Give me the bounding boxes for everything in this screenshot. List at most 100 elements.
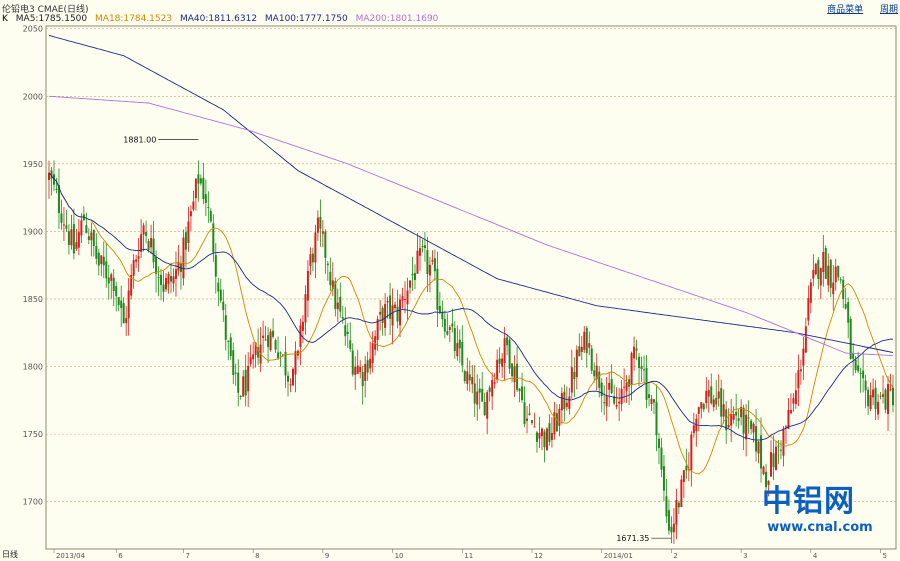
candle-body [102,256,105,266]
candle-body [309,254,312,266]
candle-body [110,274,113,281]
candle-body [772,453,775,468]
candle-body [535,432,538,442]
candle-body [707,390,710,397]
candle-body [391,305,394,326]
candle-body [409,280,412,288]
candle-body [533,426,536,428]
candle-body [832,282,835,295]
candle-body [77,232,80,248]
candle-body [394,304,397,309]
ma-legend: K MA5:1785.1500 MA18:1784.1523 MA40:1811… [2,14,443,24]
candle-body [555,413,558,432]
candle-body [287,375,290,382]
candle-body [426,250,429,275]
candle-body [461,341,464,366]
candle-body [869,395,872,410]
candle-body [244,369,247,396]
candle-body [379,311,382,315]
low-annotation: 1671.35 [616,534,649,543]
candle-body [147,241,150,251]
period-link[interactable]: 周期 [880,5,898,15]
candle-body [700,402,703,409]
candle-body [794,390,797,405]
candle-body [652,399,655,403]
commodity-menu-link[interactable]: 商品菜单 [827,5,863,15]
ma200-line [48,95,894,357]
candle-body [284,351,287,376]
candle-body [879,395,882,397]
candle-body [809,282,812,303]
candle-body [593,370,596,377]
candle-body [150,238,153,248]
candle-body [545,428,548,451]
candle-body [498,358,501,364]
candle-body [441,311,444,320]
candle-body [55,188,58,190]
candle-body [655,401,658,436]
candle-body [685,465,688,471]
candle-body [787,409,790,429]
candle-body [443,318,446,332]
legend-ma18: MA18:1784.1523 [95,14,173,24]
candle-body [117,297,120,306]
candle-body [563,391,566,410]
candle-body [202,177,205,200]
y-tick-label: 1950 [23,160,43,169]
candle-body [732,413,735,420]
y-tick-label: 1900 [23,227,43,236]
candle-body [85,225,88,234]
candle-body [600,382,603,397]
candle-body [560,392,563,411]
candle-body [605,395,608,407]
candle-body [269,331,272,351]
candle-body [267,335,270,347]
candle-body [97,252,100,266]
candle-body [690,434,693,471]
candle-body [428,264,431,276]
candle-body [518,388,521,392]
candle-body [857,365,860,372]
candle-body [349,340,352,349]
candle-body [847,302,850,323]
candle-body [189,211,192,217]
candle-body [396,306,399,322]
candle-body [70,229,73,246]
chart-window: 2050 2000 1950 1900 1850 1800 1750 1700 2013/04 6… [0,0,900,561]
candle-body [610,379,613,394]
candle-body [727,425,730,428]
candle-body [523,402,526,424]
y-tick-label: 1750 [23,430,43,439]
candle-body [682,470,685,482]
x-tick-label: 12 [534,552,543,560]
candle-body [291,368,294,386]
candle-body [782,428,785,456]
high-annotation: 1881.00 [123,136,156,145]
candle-body [608,382,611,390]
candle-body [431,260,434,262]
candle-body [187,221,190,243]
candle-body [573,371,576,379]
candle-body [506,337,509,346]
candle-body [722,404,725,417]
candle-body [665,496,668,517]
candle-body [516,363,519,390]
candle-body [508,339,511,369]
candle-body [167,274,170,285]
candle-body [630,352,633,386]
candle-body [580,346,583,353]
candle-body [384,303,387,328]
candle-body [192,201,195,210]
candle-body [120,300,123,308]
candle-body [615,405,618,407]
candle-body [882,394,885,397]
candle-body [511,363,514,377]
candle-body [829,259,832,288]
candle-body [321,231,324,234]
x-tick-label: 2 [673,552,677,560]
candle-body [423,245,426,249]
candle-body [359,367,362,372]
candle-body [222,301,225,311]
candle-body [105,261,108,279]
candle-body [496,359,499,380]
